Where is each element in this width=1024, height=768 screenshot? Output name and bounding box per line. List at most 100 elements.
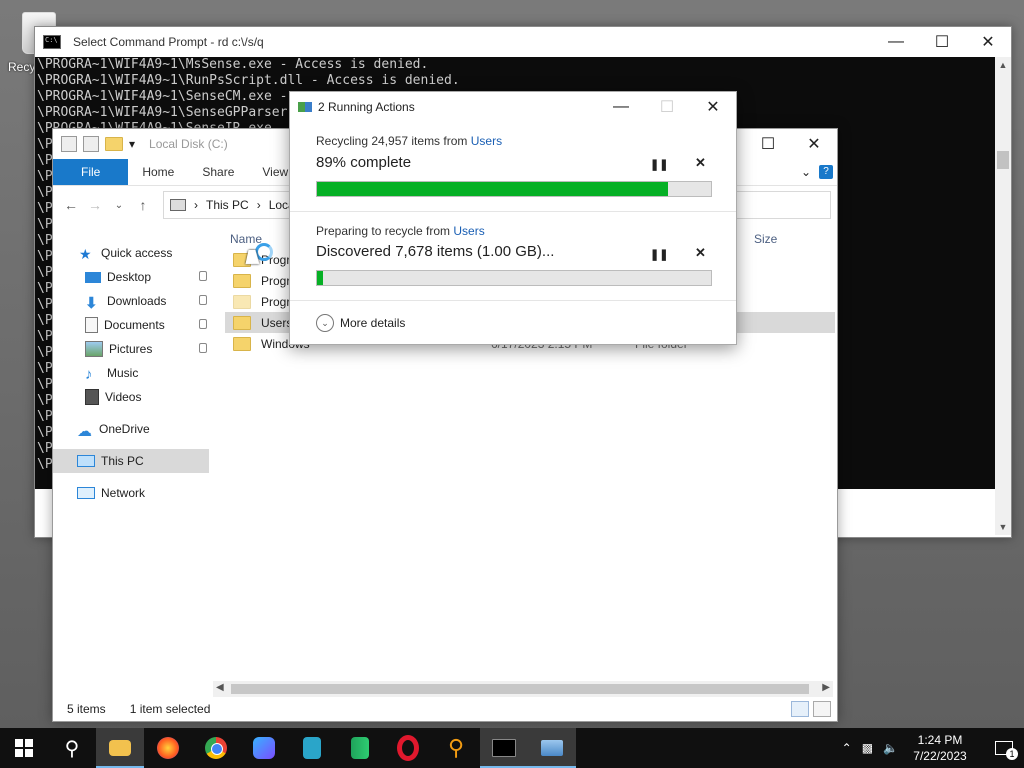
chevron-up-icon[interactable]: ⌃ — [842, 741, 852, 755]
star-icon: ★ — [79, 246, 92, 262]
cmd-close-button[interactable]: ✕ — [965, 27, 1011, 57]
progress-bar — [316, 181, 712, 197]
recycle-action-1: Recycling 24,957 items from Users 89% co… — [290, 122, 736, 212]
properties-icon[interactable] — [83, 136, 99, 152]
sidebar-item-desktop[interactable]: Desktop — [53, 265, 209, 289]
progress-fill — [317, 271, 323, 285]
dialog-close-button[interactable]: ✕ — [690, 92, 736, 122]
taskbar-bing[interactable] — [240, 728, 288, 768]
taskbar-firefox[interactable] — [144, 728, 192, 768]
pin-icon[interactable] — [199, 343, 207, 353]
horizontal-scroll-thumb[interactable] — [231, 684, 809, 694]
forward-arrow-icon[interactable]: → — [83, 197, 107, 213]
help-icon[interactable]: ? — [819, 165, 833, 179]
scroll-down-arrow-icon[interactable]: ▼ — [995, 519, 1011, 535]
scroll-right-arrow-icon[interactable]: ▶ — [822, 682, 830, 693]
cmd-maximize-button[interactable]: ☐ — [919, 27, 965, 57]
taskbar: ⚲ ⚲ ⌃ ▩ 🔈 1:24 PM 7/22/2023 1 — [0, 728, 1024, 768]
sidebar-item-label: Music — [107, 366, 139, 380]
taskbar-network-app[interactable] — [528, 728, 576, 768]
cmd-titlebar[interactable]: Select Command Prompt - rd c:\/s/q — ☐ ✕ — [35, 27, 1011, 57]
scroll-left-arrow-icon[interactable]: ◀ — [216, 682, 224, 693]
expand-ribbon-chevron-icon[interactable]: ⌄ — [801, 165, 811, 179]
column-header-name[interactable]: Name — [230, 232, 262, 246]
sidebar-item-documents[interactable]: Documents — [53, 313, 209, 337]
tab-home[interactable]: Home — [128, 159, 188, 185]
dialog-maximize-button: ☐ — [659, 99, 675, 116]
network-status-icon[interactable]: ▩ — [862, 741, 873, 755]
explorer-close-button[interactable]: ✕ — [791, 129, 837, 159]
vs-code-icon — [351, 737, 369, 759]
details-view-icon[interactable] — [791, 701, 809, 717]
tab-share[interactable]: Share — [188, 159, 248, 185]
more-details-toggle[interactable]: ⌄ More details — [316, 314, 405, 332]
pause-icon[interactable]: ❚❚ — [650, 248, 668, 261]
sidebar-item-quick-access[interactable]: ★ Quick access — [53, 241, 209, 265]
sidebar-item-downloads[interactable]: ⬇ Downloads — [53, 289, 209, 313]
up-arrow-icon[interactable]: ↑ — [131, 197, 155, 213]
customize-toolbar-chevron-icon[interactable]: ▾ — [129, 137, 135, 151]
start-button[interactable] — [0, 728, 48, 768]
sidebar-item-this-pc[interactable]: This PC — [53, 449, 209, 473]
sidebar-item-videos[interactable]: Videos — [53, 385, 209, 409]
sidebar-item-label: Downloads — [107, 294, 167, 308]
vs-preview-icon — [303, 737, 321, 759]
taskbar-opera[interactable] — [384, 728, 432, 768]
sidebar-item-onedrive[interactable]: ☁ OneDrive — [53, 417, 209, 441]
horizontal-scrollbar[interactable]: ◀ ▶ — [213, 681, 833, 697]
action-description: Recycling 24,957 items from Users — [316, 134, 502, 148]
this-pc-icon — [170, 199, 186, 211]
running-actions-dialog[interactable]: 2 Running Actions — ☐ ✕ Recycling 24,957… — [289, 91, 737, 345]
sidebar-item-label: Quick access — [101, 246, 173, 260]
action-center-button[interactable]: 1 — [984, 728, 1024, 768]
taskbar-file-explorer[interactable] — [96, 728, 144, 768]
file-explorer-icon — [109, 740, 131, 756]
source-folder-link[interactable]: Users — [471, 134, 502, 148]
progress-fill — [317, 182, 668, 196]
breadcrumb-separator-icon[interactable]: › — [194, 198, 198, 212]
pin-icon[interactable] — [199, 319, 207, 329]
new-folder-icon[interactable] — [105, 137, 123, 151]
sidebar-item-pictures[interactable]: Pictures — [53, 337, 209, 361]
chrome-icon — [205, 737, 227, 759]
pin-icon[interactable] — [199, 271, 207, 281]
item-count: 5 items — [67, 702, 106, 716]
cmd-app-icon — [43, 35, 61, 49]
sidebar-item-network[interactable]: Network — [53, 481, 209, 505]
breadcrumb-this-pc[interactable]: This PC — [206, 198, 249, 212]
large-icons-view-icon[interactable] — [813, 701, 831, 717]
search-button[interactable]: ⚲ — [48, 728, 96, 768]
explorer-maximize-button[interactable]: ☐ — [745, 129, 791, 159]
sidebar-item-music[interactable]: ♪ Music — [53, 361, 209, 385]
clock[interactable]: 1:24 PM 7/22/2023 — [908, 732, 972, 764]
pause-icon[interactable]: ❚❚ — [650, 158, 668, 171]
source-folder-link[interactable]: Users — [453, 224, 484, 238]
taskbar-visual-studio-preview[interactable] — [288, 728, 336, 768]
sidebar-item-label: Pictures — [109, 342, 153, 356]
breadcrumb-separator-icon[interactable]: › — [257, 198, 261, 212]
pin-icon[interactable] — [199, 295, 207, 305]
back-arrow-icon[interactable]: ← — [59, 197, 83, 213]
folder-icon — [233, 273, 251, 288]
bing-icon — [253, 737, 275, 759]
volume-muted-icon[interactable]: 🔈 — [883, 741, 898, 755]
taskbar-chrome[interactable] — [192, 728, 240, 768]
search-icon: ⚲ — [64, 737, 80, 760]
recycle-action-2: Preparing to recycle from Users Discover… — [290, 212, 736, 300]
tab-file[interactable]: File — [53, 159, 129, 185]
column-header-size[interactable]: Size — [754, 232, 777, 246]
cancel-icon[interactable]: ✕ — [695, 245, 706, 261]
taskbar-command-prompt[interactable] — [480, 728, 528, 768]
taskbar-search-tool[interactable]: ⚲ — [432, 728, 480, 768]
dialog-titlebar[interactable]: 2 Running Actions — ☐ ✕ — [290, 92, 736, 122]
action-desc-text: Preparing to recycle from — [316, 224, 454, 238]
cmd-scroll-thumb[interactable] — [997, 151, 1009, 169]
recent-locations-chevron-icon[interactable]: ⌄ — [107, 200, 131, 211]
cmd-minimize-button[interactable]: — — [873, 27, 919, 57]
cmd-vertical-scrollbar[interactable]: ▲ ▼ — [995, 57, 1011, 535]
scroll-up-arrow-icon[interactable]: ▲ — [995, 57, 1011, 73]
dialog-minimize-button[interactable]: — — [598, 92, 644, 122]
cancel-icon[interactable]: ✕ — [695, 155, 706, 171]
firefox-icon — [157, 737, 179, 759]
taskbar-vs-code[interactable] — [336, 728, 384, 768]
